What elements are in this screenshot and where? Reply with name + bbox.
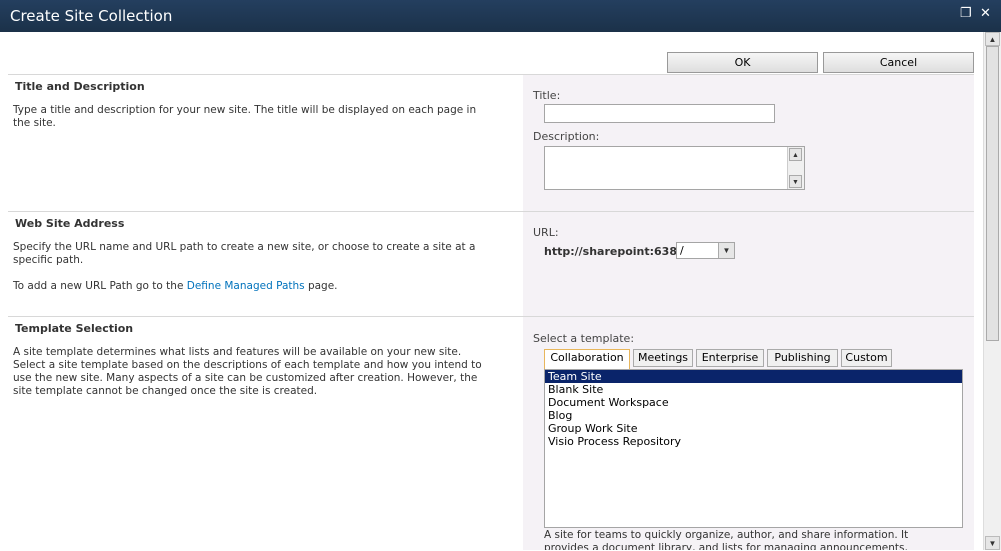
scroll-down-icon[interactable]: ▼ [985,536,1000,550]
template-option-document-workspace[interactable]: Document Workspace [545,396,962,409]
description-textarea[interactable]: ▲ ▼ [544,146,805,190]
section-description: Type a title and description for your ne… [13,104,477,129]
window-titlebar: Create Site Collection ❐ ✕ [0,0,1001,32]
title-description-section: Title and Description Type a title and d… [8,74,974,212]
scroll-up-icon[interactable]: ▲ [985,32,1000,46]
chevron-down-icon[interactable]: ▼ [718,243,734,258]
close-icon[interactable]: ✕ [980,6,991,19]
url-path-value: / [680,244,684,257]
scroll-thumb[interactable] [986,46,999,341]
ok-button[interactable]: OK [667,52,818,73]
title-label: Title: [533,89,561,102]
url-base: http://sharepoint:6386 [544,245,685,258]
scroll-up-icon[interactable]: ▲ [789,148,802,161]
tab-enterprise[interactable]: Enterprise [696,349,764,367]
template-option-team-site[interactable]: Team Site [545,370,962,383]
window-title: Create Site Collection [10,7,173,25]
tab-custom[interactable]: Custom [841,349,892,367]
description-label: Description: [533,130,600,143]
note-suffix: page. [304,280,338,292]
restore-window-icon[interactable]: ❐ [960,6,972,19]
tab-publishing[interactable]: Publishing [767,349,838,367]
managed-paths-note: To add a new URL Path go to the Define M… [13,280,493,293]
section-heading: Template Selection [15,322,134,335]
dialog-content: OK Cancel Title and Description Type a t… [0,32,983,550]
url-label: URL: [533,226,559,239]
title-input[interactable] [544,104,775,123]
template-option-blog[interactable]: Blog [545,409,962,422]
template-tabs: Collaboration Meetings Enterprise Publis… [544,349,894,369]
template-option-group-work-site[interactable]: Group Work Site [545,422,962,435]
cancel-button[interactable]: Cancel [823,52,974,73]
url-path-select[interactable]: / ▼ [676,242,735,259]
page-scrollbar[interactable]: ▲ ▼ [983,32,1001,550]
define-managed-paths-link[interactable]: Define Managed Paths [187,280,305,292]
template-option-visio-process-repository[interactable]: Visio Process Repository [545,435,962,448]
template-option-blank-site[interactable]: Blank Site [545,383,962,396]
template-list[interactable]: Team Site Blank Site Document Workspace … [544,369,963,528]
section-heading: Title and Description [15,80,145,93]
section-description: Specify the URL name and URL path to cre… [13,241,476,266]
tab-meetings[interactable]: Meetings [633,349,693,367]
select-template-label: Select a template: [533,332,635,345]
tab-collaboration[interactable]: Collaboration [544,349,630,369]
scroll-down-icon[interactable]: ▼ [789,175,802,188]
web-site-address-section: Web Site Address Specify the URL name an… [8,211,974,317]
textarea-scrollbar[interactable]: ▲ ▼ [787,147,804,189]
template-description: A site for teams to quickly organize, au… [544,529,909,550]
section-heading: Web Site Address [15,217,125,230]
section-description: A site template determines what lists an… [13,346,482,397]
note-prefix: To add a new URL Path go to the [13,280,187,292]
